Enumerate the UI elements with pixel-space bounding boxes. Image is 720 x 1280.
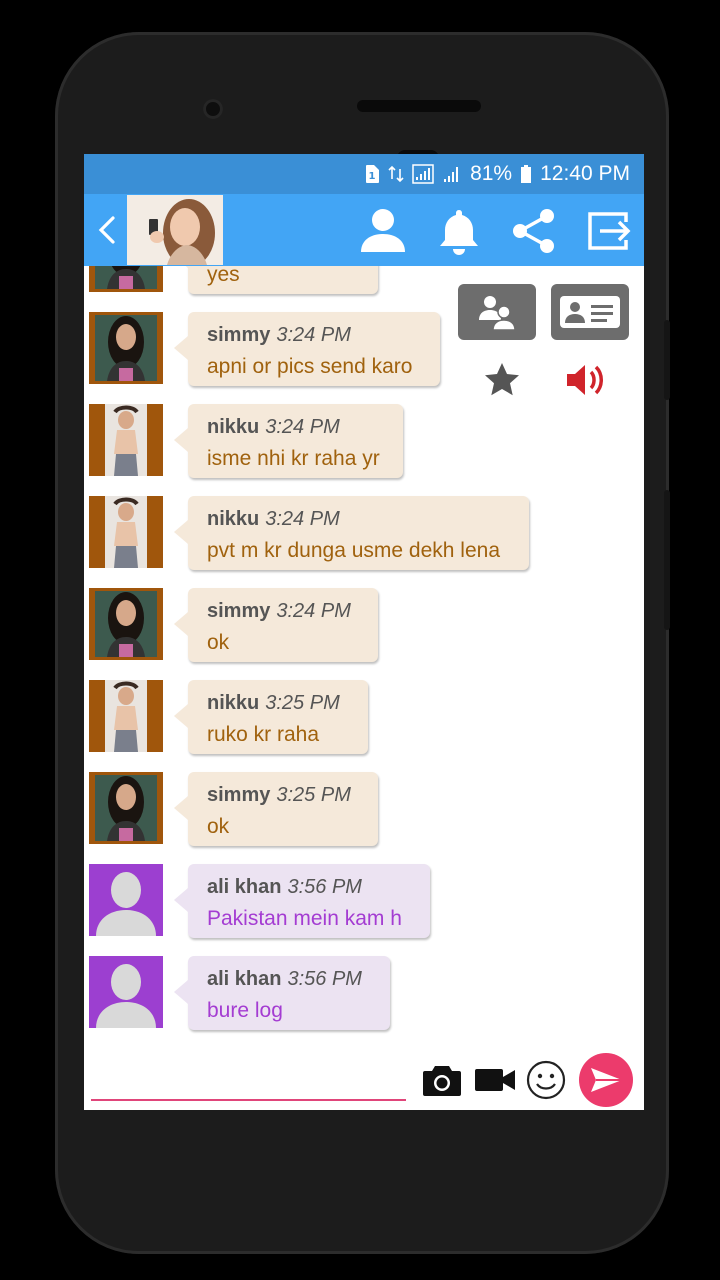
message-bubble: simmy 3:24 PM ok	[174, 588, 378, 662]
group-icon	[478, 294, 516, 331]
sender-name[interactable]: nikku	[207, 508, 259, 530]
sender-name[interactable]: simmy	[207, 600, 270, 622]
sender-name[interactable]: nikku	[207, 416, 259, 438]
message-text: ruko kr raha	[207, 723, 320, 746]
message-text: ok	[207, 631, 230, 654]
message-bubble: simmy 3:24 PM apni or pics send karo	[174, 312, 440, 386]
battery-icon	[520, 164, 532, 184]
message-time: 3:24 PM	[276, 324, 351, 346]
status-bar: 1 81% 12:40 PM	[84, 154, 644, 194]
app-screen: 1 81% 12:40 PM yes simmy 3:24 PM apni or…	[84, 154, 644, 1110]
message-header: nikku 3:24 PM	[207, 508, 511, 531]
battery-percent: 81%	[470, 162, 513, 185]
message-time: 3:56 PM	[287, 968, 362, 990]
sender-avatar[interactable]	[89, 864, 163, 936]
message-header: ali khan 3:56 PM	[207, 876, 412, 899]
earpiece-speaker	[357, 100, 481, 112]
message-bubble: nikku 3:24 PM isme nhi kr raha yr	[174, 404, 403, 478]
sender-avatar[interactable]	[89, 680, 163, 752]
input-underline	[91, 1099, 406, 1101]
message-text: apni or pics send karo	[207, 355, 413, 378]
power-button	[664, 490, 670, 630]
sim-icon: 1	[364, 164, 380, 184]
message-header: ali khan 3:56 PM	[207, 968, 372, 991]
chat-message: nikku 3:24 PM pvt m kr dunga usme dekh len…	[84, 496, 644, 586]
message-bubble: ali khan 3:56 PM bure log	[174, 956, 390, 1030]
message-text: isme nhi kr raha yr	[207, 447, 380, 470]
message-bubble: yes	[174, 266, 378, 294]
chat-message: ali khan 3:56 PM bure log	[84, 956, 644, 1046]
camera-icon[interactable]	[422, 1062, 462, 1098]
signal-box-icon	[412, 164, 434, 184]
star-icon[interactable]	[482, 360, 522, 400]
front-camera	[203, 99, 223, 119]
sender-avatar[interactable]	[89, 956, 163, 1028]
message-input[interactable]	[91, 1060, 410, 1100]
sender-name[interactable]: nikku	[207, 692, 259, 714]
back-arrow-icon[interactable]	[94, 212, 120, 248]
message-time: 3:24 PM	[276, 600, 351, 622]
status-time: 12:40 PM	[540, 162, 630, 185]
sender-avatar[interactable]	[89, 496, 163, 568]
message-text: yes	[207, 266, 240, 286]
sender-name[interactable]: ali khan	[207, 876, 281, 898]
signal-icon	[442, 164, 462, 184]
message-bubble: simmy 3:25 PM ok	[174, 772, 378, 846]
message-header: simmy 3:24 PM	[207, 600, 360, 623]
chat-message-list[interactable]: yes simmy 3:24 PM apni or pics send karo nik…	[84, 266, 644, 1046]
chat-room-avatar[interactable]	[127, 195, 223, 265]
message-text: ok	[207, 815, 230, 838]
message-header: simmy 3:25 PM	[207, 784, 360, 807]
message-time: 3:25 PM	[276, 784, 351, 806]
message-bubble: ali khan 3:56 PM Pakistan mein kam h	[174, 864, 430, 938]
video-icon[interactable]	[474, 1064, 516, 1096]
sender-name[interactable]: simmy	[207, 784, 270, 806]
chat-message: simmy 3:25 PM ok	[84, 772, 644, 862]
contact-card-icon	[559, 295, 621, 329]
sender-avatar[interactable]	[89, 772, 163, 844]
emoji-icon[interactable]	[526, 1060, 566, 1100]
exit-icon[interactable]	[584, 206, 634, 256]
message-text: pvt m kr dunga usme dekh lena	[207, 539, 500, 562]
message-time: 3:24 PM	[265, 508, 340, 530]
sender-avatar[interactable]	[89, 404, 163, 476]
message-time: 3:25 PM	[265, 692, 340, 714]
message-input-bar	[84, 1046, 644, 1110]
send-button[interactable]	[576, 1052, 636, 1108]
message-header: simmy 3:24 PM	[207, 324, 422, 347]
sender-avatar[interactable]	[89, 266, 163, 292]
svg-text:1: 1	[369, 171, 376, 182]
message-time: 3:24 PM	[265, 416, 340, 438]
chat-message: nikku 3:24 PM isme nhi kr raha yr	[84, 404, 644, 494]
sender-avatar[interactable]	[89, 312, 163, 384]
message-header: nikku 3:25 PM	[207, 692, 350, 715]
data-transfer-icon	[388, 164, 404, 184]
message-text: Pakistan mein kam h	[207, 907, 402, 930]
message-text: bure log	[207, 999, 283, 1022]
speaker-icon[interactable]	[564, 360, 608, 400]
message-bubble: nikku 3:25 PM ruko kr raha	[174, 680, 368, 754]
share-icon[interactable]	[509, 206, 559, 256]
chat-message: nikku 3:25 PM ruko kr raha	[84, 680, 644, 770]
group-chat-button[interactable]	[458, 284, 536, 340]
sender-avatar[interactable]	[89, 588, 163, 660]
message-header: nikku 3:24 PM	[207, 416, 385, 439]
bell-icon[interactable]	[434, 206, 484, 256]
contact-card-button[interactable]	[551, 284, 629, 340]
message-bubble: nikku 3:24 PM pvt m kr dunga usme dekh len…	[174, 496, 529, 570]
profile-icon[interactable]	[358, 206, 408, 256]
sender-name[interactable]: ali khan	[207, 968, 281, 990]
app-bar	[84, 194, 644, 266]
message-time: 3:56 PM	[287, 876, 362, 898]
chat-message: simmy 3:24 PM ok	[84, 588, 644, 678]
chat-message: ali khan 3:56 PM Pakistan mein kam h	[84, 864, 644, 954]
volume-button	[664, 320, 670, 400]
sender-name[interactable]: simmy	[207, 324, 270, 346]
